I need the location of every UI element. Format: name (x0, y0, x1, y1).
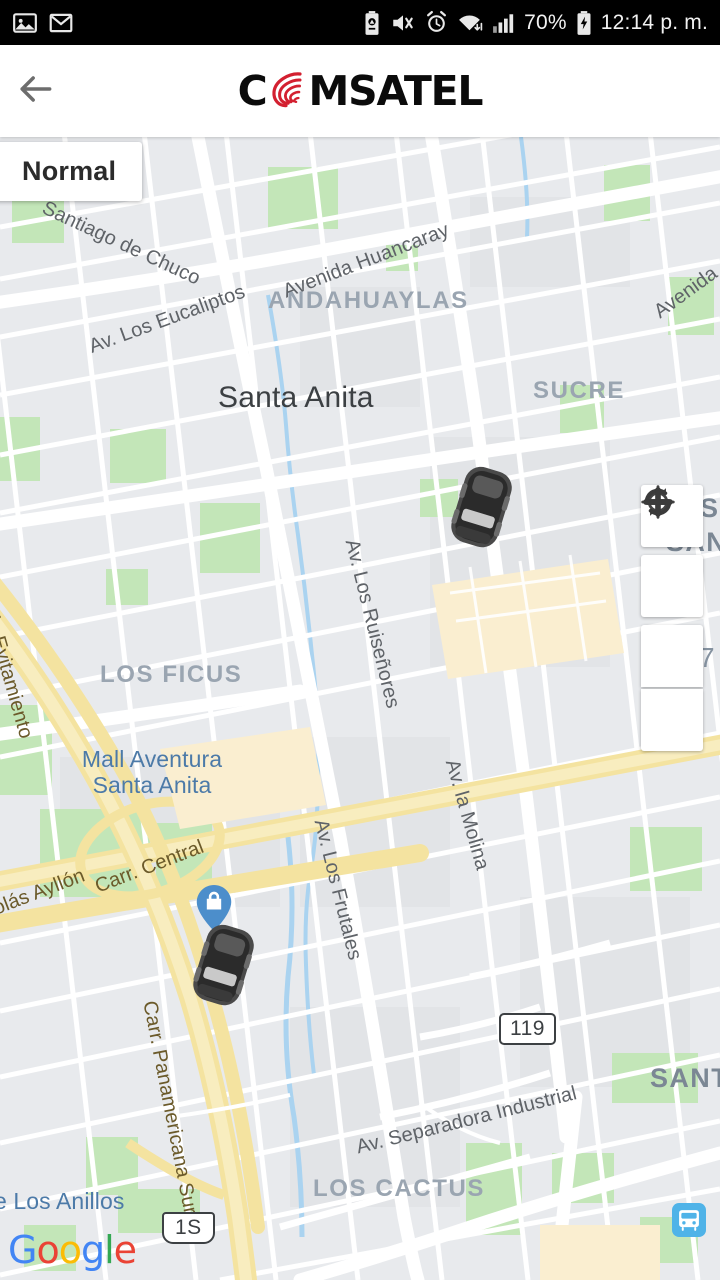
logo-swirl-icon (268, 68, 308, 117)
google-letter: o (58, 1228, 82, 1272)
route-shield-119: 119 (499, 1013, 556, 1045)
route-shield-1s: 1S (162, 1212, 215, 1244)
volume-mute-icon (390, 10, 416, 36)
back-button[interactable] (0, 45, 70, 137)
gmail-icon (48, 10, 74, 36)
alarm-icon (424, 10, 449, 35)
map-canvas[interactable]: ANDAHUAYLAS SUCRE LOS FICUS LOS CACTUS S… (0, 137, 720, 1280)
app-root: 70% 12:14 p. m. C MSATEL ANDAHUAYLAS SUC… (0, 0, 720, 1280)
google-letter: l (104, 1228, 115, 1272)
map-controls (641, 485, 703, 751)
google-attribution: G o o g l e (8, 1228, 137, 1272)
refresh-button[interactable] (641, 488, 703, 617)
map-type-button[interactable]: Normal (0, 142, 143, 201)
route-shield-label: 1S (175, 1216, 202, 1239)
logo-text-post: MSATEL (308, 66, 484, 115)
battery-saver-icon (362, 10, 382, 36)
map-tiles (0, 137, 720, 1280)
photo-icon (12, 10, 38, 36)
battery-charging-icon (575, 10, 593, 36)
map-type-label: Normal (22, 156, 117, 186)
clock: 12:14 p. m. (600, 10, 708, 34)
route-shield-label: 119 (510, 1017, 545, 1040)
status-bar: 70% 12:14 p. m. (0, 0, 720, 45)
comsatel-logo: C MSATEL (0, 45, 720, 137)
bus-icon (672, 1203, 706, 1237)
status-bar-right-icons: 70% 12:14 p. m. (362, 10, 708, 36)
back-arrow-icon (13, 67, 57, 116)
wifi-icon (457, 10, 484, 35)
zoom-out-button[interactable] (641, 499, 703, 751)
status-bar-left-icons (12, 10, 74, 36)
signal-icon (492, 11, 516, 35)
app-header: C MSATEL (0, 45, 720, 137)
google-letter: e (113, 1228, 137, 1272)
google-letter: o (36, 1228, 59, 1272)
google-letter: g (80, 1228, 105, 1272)
zoom-in-button[interactable] (641, 487, 703, 687)
google-letter: G (8, 1228, 37, 1272)
battery-percentage: 70% (524, 10, 567, 34)
logo-text-pre: C (237, 66, 268, 115)
